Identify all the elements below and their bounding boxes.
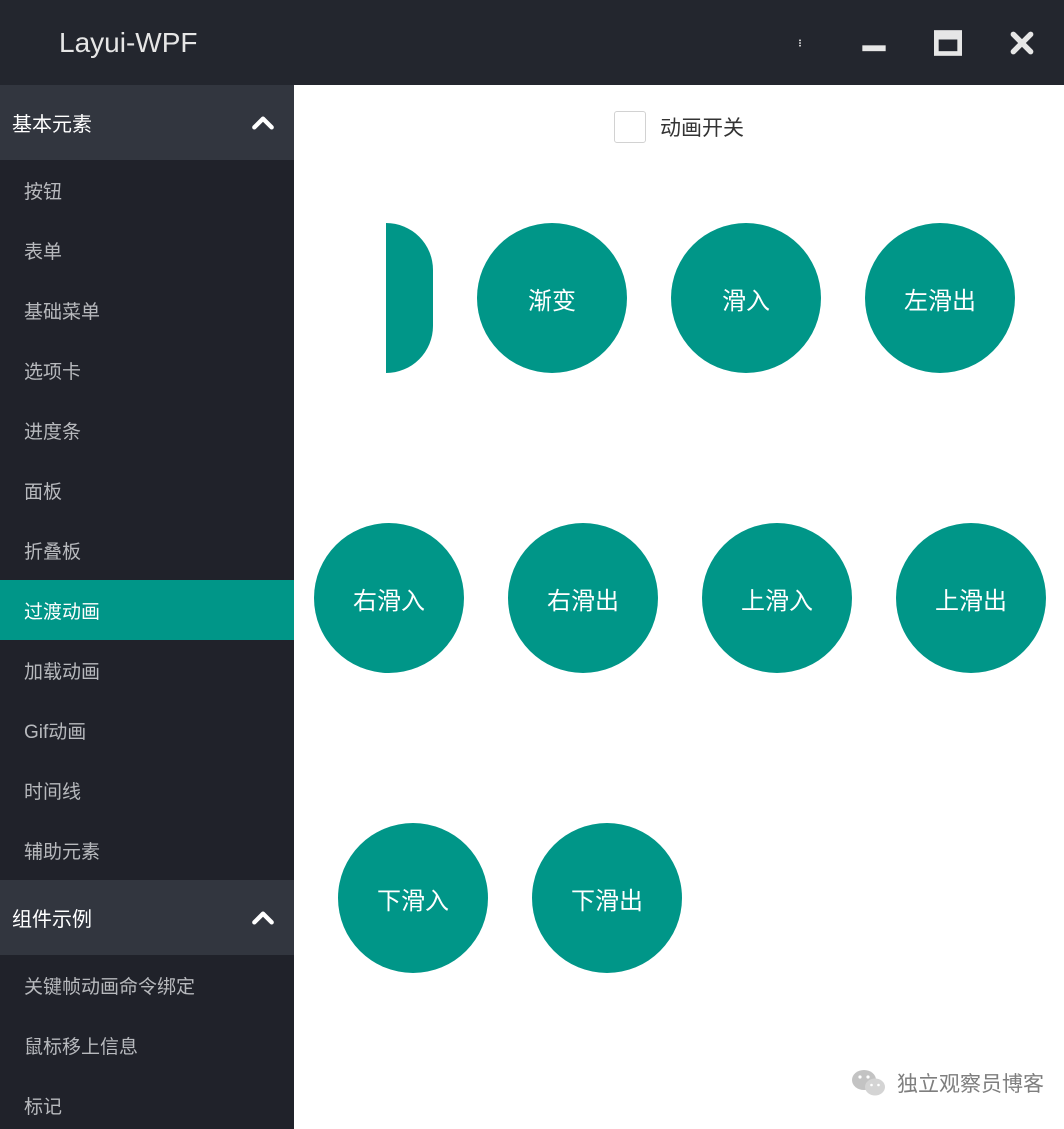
- animation-circle-partial[interactable]: [386, 223, 433, 373]
- sidebar-item-label: 鼠标移上信息: [24, 1032, 138, 1059]
- minimize-icon[interactable]: [856, 25, 892, 61]
- sidebar-item-hover[interactable]: 鼠标移上信息: [0, 1015, 294, 1075]
- chevron-up-icon: [250, 110, 276, 136]
- sidebar: 基本元素 按钮 表单 基础菜单 选项卡 进度条 面板 折叠板 过渡动画 加载动画…: [0, 85, 294, 1129]
- sidebar-item-loading[interactable]: 加载动画: [0, 640, 294, 700]
- sidebar-item-label: 进度条: [24, 417, 81, 444]
- sidebar-item-label: 时间线: [24, 777, 81, 804]
- animation-circle-slideup-in[interactable]: 上滑入: [702, 523, 852, 673]
- sidebar-item-collapse[interactable]: 折叠板: [0, 520, 294, 580]
- chevron-up-icon: [250, 905, 276, 931]
- sidebar-item-label: 折叠板: [24, 537, 81, 564]
- sidebar-item-label: 关键帧动画命令绑定: [24, 972, 195, 999]
- main-content: 动画开关 渐变 滑入 左滑出 右滑入 右滑出 上滑入 上滑出 下滑入 下滑出: [294, 85, 1064, 1129]
- sidebar-item-label: 辅助元素: [24, 837, 100, 864]
- animation-circle-slidein[interactable]: 滑入: [671, 223, 821, 373]
- sidebar-item-label: 过渡动画: [24, 597, 100, 624]
- maximize-icon[interactable]: [930, 25, 966, 61]
- circle-label: 下滑入: [377, 881, 449, 916]
- sidebar-item-panel[interactable]: 面板: [0, 460, 294, 520]
- titlebar: Layui-WPF: [0, 0, 1064, 85]
- sidebar-group-label: 组件示例: [12, 903, 92, 932]
- circle-label: 右滑出: [547, 581, 619, 616]
- sidebar-item-tabs[interactable]: 选项卡: [0, 340, 294, 400]
- sidebar-group-label: 基本元素: [12, 108, 92, 137]
- sidebar-item-label: 面板: [24, 477, 62, 504]
- animation-circle-slideright-out[interactable]: 右滑出: [508, 523, 658, 673]
- close-icon[interactable]: [1004, 25, 1040, 61]
- circle-row: 下滑入 下滑出: [314, 823, 1044, 973]
- sidebar-group-components[interactable]: 组件示例: [0, 880, 294, 955]
- sidebar-item-transition[interactable]: 过渡动画: [0, 580, 294, 640]
- animation-switch-row: 动画开关: [294, 85, 1064, 163]
- animation-circle-slideright-in[interactable]: 右滑入: [314, 523, 464, 673]
- footer-brand: 独立观察员博客: [851, 1065, 1044, 1101]
- animation-switch-label: 动画开关: [660, 112, 744, 142]
- sidebar-item-menu[interactable]: 基础菜单: [0, 280, 294, 340]
- circle-label: 滑入: [722, 281, 770, 316]
- app-title: Layui-WPF: [24, 27, 197, 59]
- more-icon[interactable]: [782, 25, 818, 61]
- sidebar-item-button[interactable]: 按钮: [0, 160, 294, 220]
- sidebar-item-keyframe[interactable]: 关键帧动画命令绑定: [0, 955, 294, 1015]
- circle-label: 左滑出: [904, 281, 976, 316]
- sidebar-item-label: 加载动画: [24, 657, 100, 684]
- sidebar-item-badge[interactable]: 标记: [0, 1075, 294, 1129]
- animation-switch-checkbox[interactable]: [614, 111, 646, 143]
- sidebar-item-label: 表单: [24, 237, 62, 264]
- sidebar-item-label: 标记: [24, 1092, 62, 1119]
- sidebar-item-label: 基础菜单: [24, 297, 100, 324]
- circles-container: 渐变 滑入 左滑出 右滑入 右滑出 上滑入 上滑出 下滑入 下滑出: [294, 163, 1064, 993]
- circle-row: 右滑入 右滑出 上滑入 上滑出: [314, 523, 1044, 673]
- circle-label: 渐变: [528, 281, 576, 316]
- sidebar-item-form[interactable]: 表单: [0, 220, 294, 280]
- sidebar-item-auxiliary[interactable]: 辅助元素: [0, 820, 294, 880]
- animation-circle-fade[interactable]: 渐变: [477, 223, 627, 373]
- wechat-icon: [851, 1065, 887, 1101]
- animation-circle-slideup-out[interactable]: 上滑出: [896, 523, 1046, 673]
- window-controls: [782, 25, 1040, 61]
- circle-label: 右滑入: [353, 581, 425, 616]
- circle-label: 上滑入: [741, 581, 813, 616]
- sidebar-item-progress[interactable]: 进度条: [0, 400, 294, 460]
- animation-circle-slidedown-in[interactable]: 下滑入: [338, 823, 488, 973]
- sidebar-group-basic[interactable]: 基本元素: [0, 85, 294, 160]
- circle-label: 上滑出: [935, 581, 1007, 616]
- animation-circle-slidedown-out[interactable]: 下滑出: [532, 823, 682, 973]
- sidebar-item-label: 选项卡: [24, 357, 81, 384]
- circle-label: 下滑出: [571, 881, 643, 916]
- circle-row: 渐变 滑入 左滑出: [314, 223, 1044, 373]
- sidebar-item-label: 按钮: [24, 177, 62, 204]
- animation-circle-slideleft-out[interactable]: 左滑出: [865, 223, 1015, 373]
- sidebar-item-gif[interactable]: Gif动画: [0, 700, 294, 760]
- sidebar-item-label: Gif动画: [24, 717, 86, 744]
- footer-brand-text: 独立观察员博客: [897, 1068, 1044, 1098]
- sidebar-item-timeline[interactable]: 时间线: [0, 760, 294, 820]
